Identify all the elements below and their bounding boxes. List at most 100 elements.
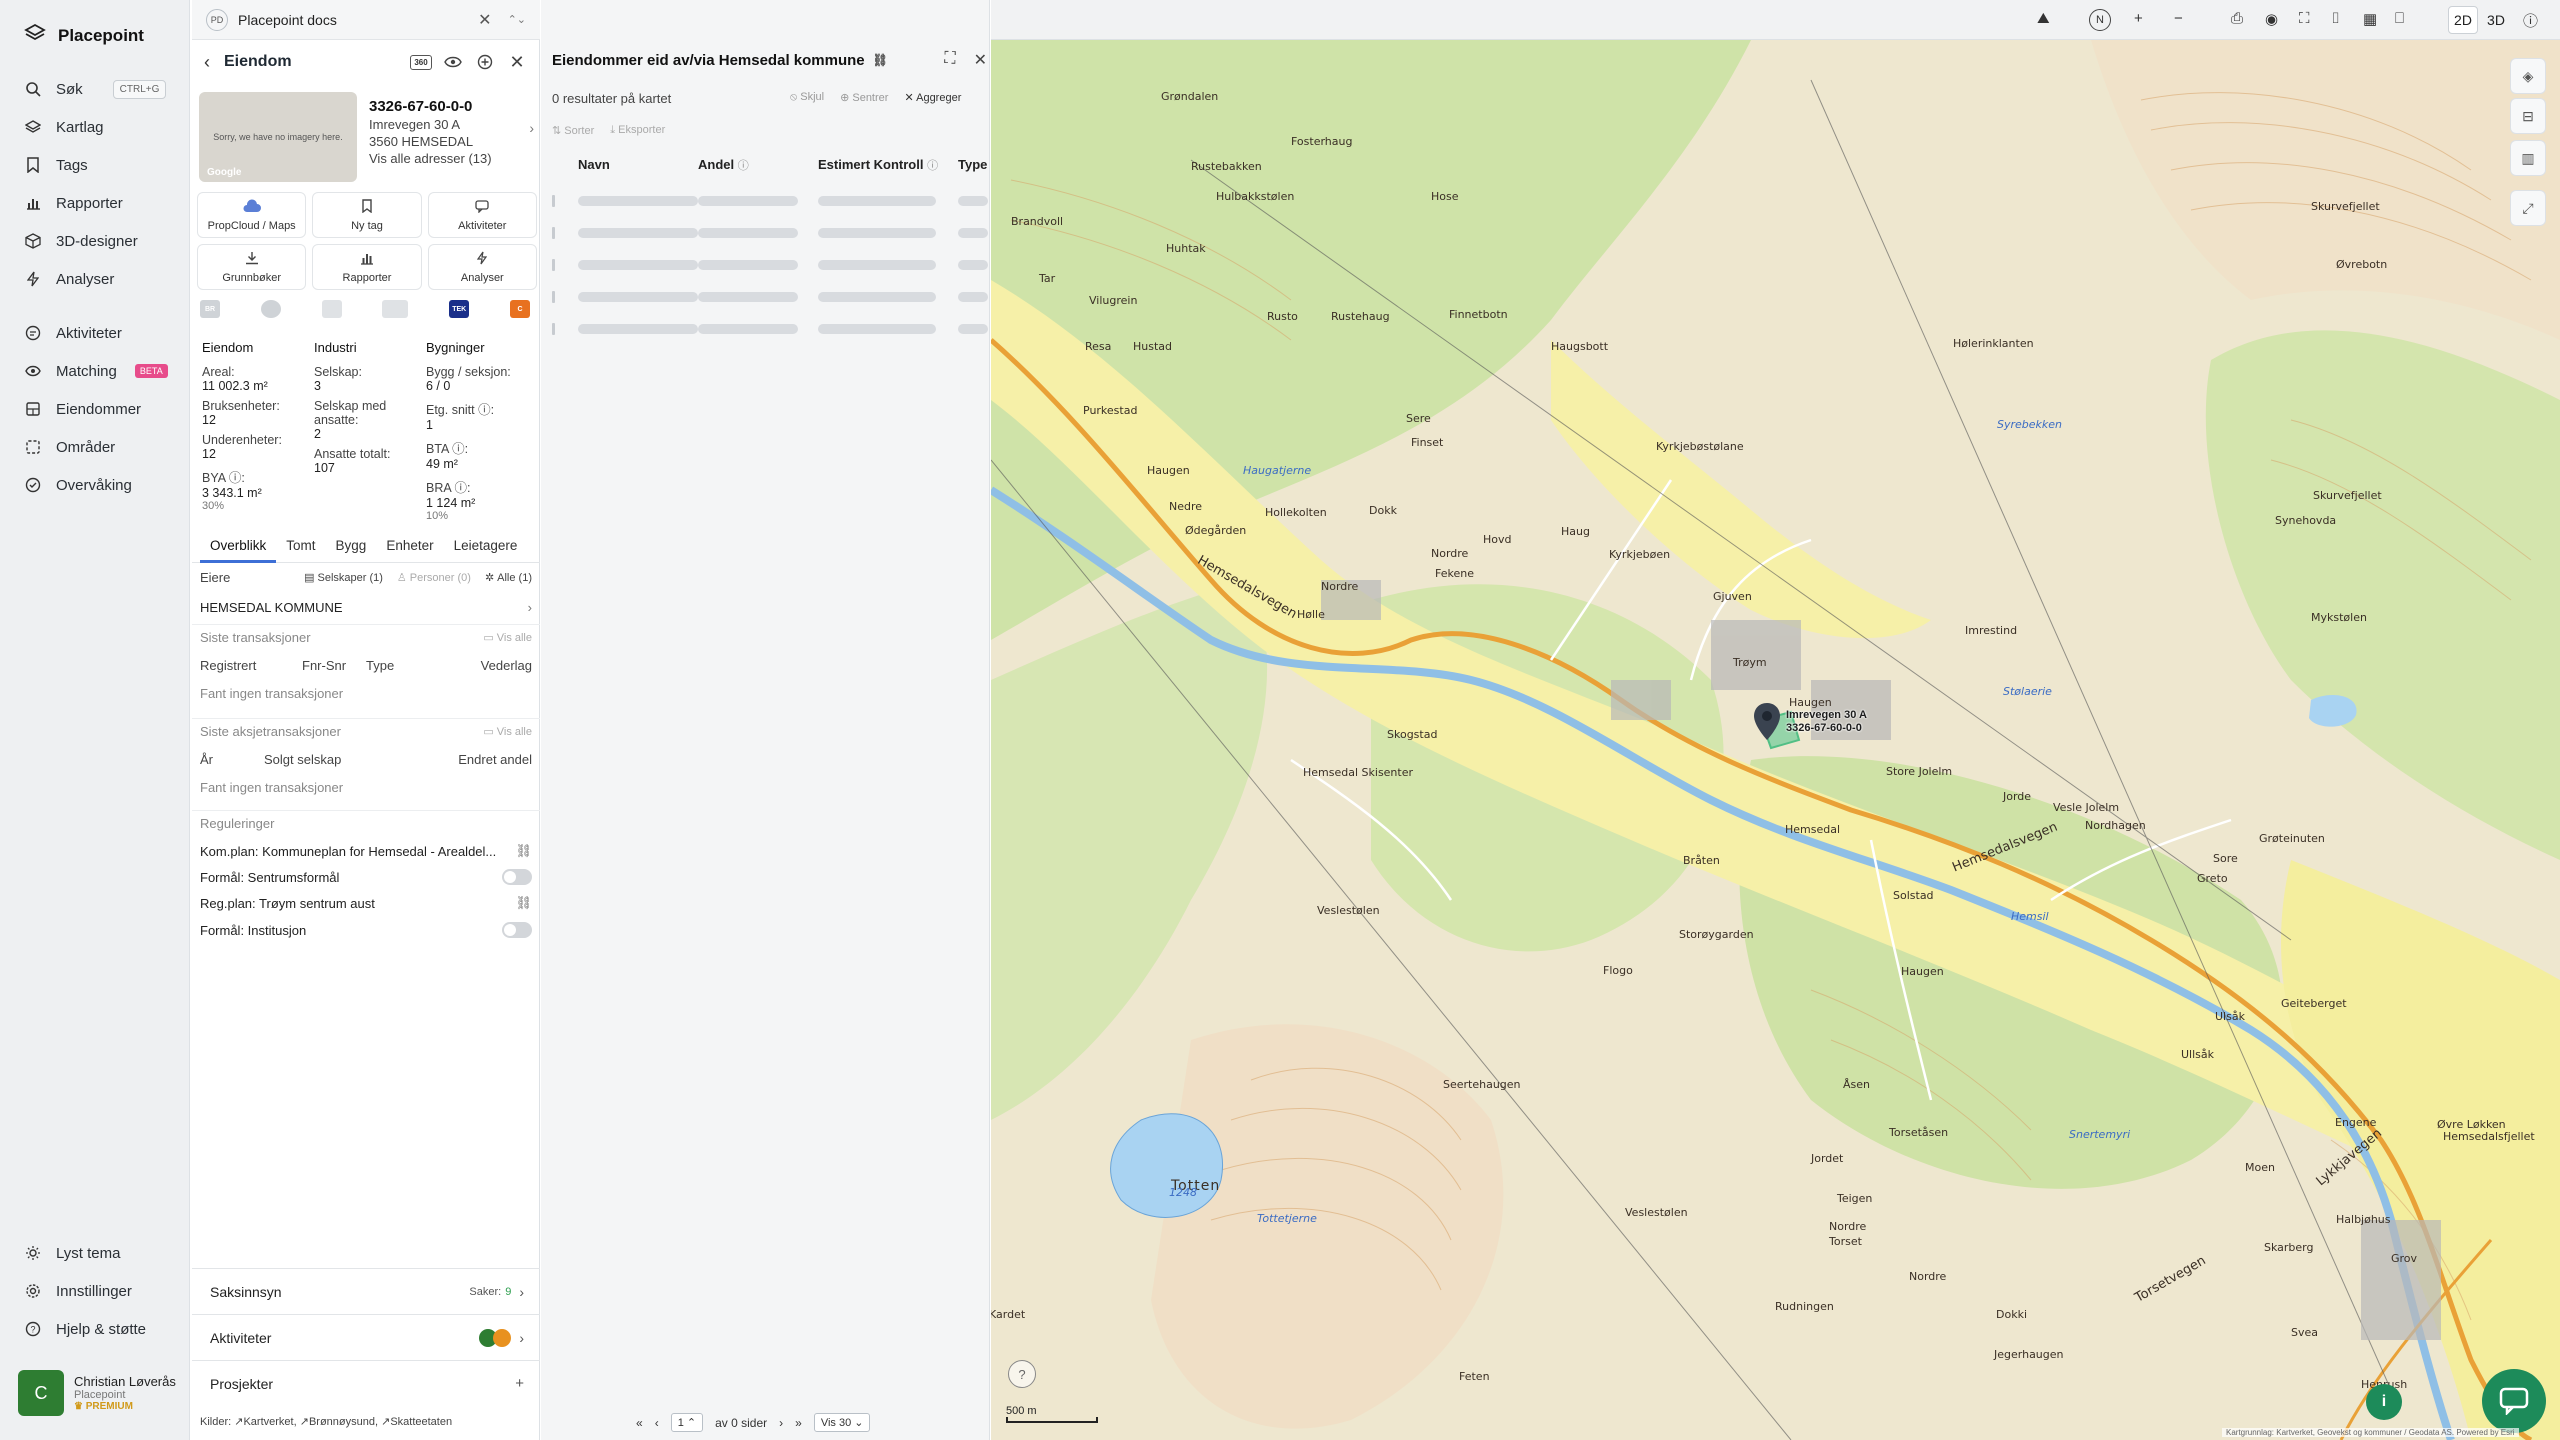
col-type[interactable]: Type — [958, 157, 987, 172]
camera-icon[interactable]: ⌷ — [2331, 10, 2340, 27]
sort-button[interactable]: ⇅ Sorter — [552, 124, 594, 137]
col-estimert-kontroll[interactable]: Estimert Kontroll ⓘ — [818, 157, 938, 173]
prev-page-icon[interactable]: ‹ — [655, 1416, 659, 1430]
accordion-saksinnsyn[interactable]: Saksinnsyn Saker: 9 › — [192, 1268, 540, 1314]
nav-item-kartlag[interactable]: Kartlag — [24, 114, 104, 140]
zoom-in-icon[interactable]: + — [2134, 10, 2143, 27]
col-vederlag[interactable]: Vederlag — [481, 658, 532, 673]
export-button[interactable]: ⤓ Eksporter — [610, 124, 665, 137]
col-endret-andel[interactable]: Endret andel — [458, 752, 532, 767]
new-tag-button[interactable]: Ny tag — [312, 192, 422, 238]
user-profile[interactable]: C Christian Løverås Placepoint ♛ PREMIUM — [18, 1370, 176, 1416]
regulation-item[interactable]: Kom.plan: Kommuneplan for Hemsedal - Are… — [200, 843, 532, 859]
print-icon[interactable]: ⎙ — [2231, 10, 2243, 27]
profile-tool-icon[interactable]: ⤢ — [2510, 190, 2546, 226]
hide-button[interactable]: ⦸ Skjul — [790, 91, 824, 104]
layer-tool-icon[interactable]: ◈ — [2510, 58, 2546, 94]
close-icon[interactable]: ✕ — [478, 10, 491, 30]
center-button[interactable]: ⊕ Sentrer — [840, 91, 888, 104]
regulation-toggle[interactable] — [502, 922, 532, 938]
tab-enheter[interactable]: Enheter — [376, 533, 443, 563]
first-page-icon[interactable]: « — [636, 1416, 643, 1430]
chevron-right-icon[interactable]: › — [529, 120, 534, 136]
fullscreen-icon[interactable]: ⛶ — [2299, 10, 2310, 27]
close-icon[interactable]: ✕ — [506, 51, 528, 73]
zoom-out-icon[interactable]: − — [2174, 10, 2183, 27]
plus-icon[interactable]: + — [515, 1375, 524, 1392]
nav-item-innstillinger[interactable]: Innstillinger — [24, 1278, 132, 1304]
chart-tool-icon[interactable]: ▥ — [2510, 140, 2546, 176]
owner-row[interactable]: HEMSEDAL KOMMUNE › — [200, 596, 532, 618]
aggregate-button[interactable]: ✕ Aggreger — [904, 91, 961, 104]
col-fnr-snr[interactable]: Fnr-Snr — [302, 658, 366, 673]
nav-item-rapporter[interactable]: Rapporter — [24, 190, 123, 216]
nav-item-eiendommer[interactable]: Eiendommer — [24, 396, 141, 422]
all-addresses-link[interactable]: Vis alle adresser (13) — [369, 151, 534, 166]
measure-tool-icon[interactable]: ⊟ — [2510, 98, 2546, 134]
source-link[interactable]: ↗Kartverket, — [234, 1416, 296, 1428]
location-pin-icon[interactable] — [1752, 702, 1782, 745]
last-page-icon[interactable]: » — [795, 1416, 802, 1430]
regulation-toggle[interactable] — [502, 869, 532, 885]
source-hand-icon[interactable] — [321, 300, 342, 318]
chip-persons[interactable]: ♙ Personer (0) — [397, 571, 471, 585]
nav-item-hjelp[interactable]: ? Hjelp & støtte — [24, 1316, 146, 1342]
close-icon[interactable]: ✕ — [974, 50, 987, 70]
show-all-transactions[interactable]: ▭ Vis alle — [483, 631, 532, 645]
grunnboker-button[interactable]: Grunnbøker — [197, 244, 307, 290]
source-buildings-icon[interactable] — [382, 300, 409, 318]
map-info-button[interactable]: i — [2366, 1384, 2402, 1420]
chip-all[interactable]: ✲ Alle (1) — [485, 571, 532, 585]
nav-item-overvaking[interactable]: Overvåking — [24, 472, 132, 498]
mode-2d-button[interactable]: 2D — [2448, 6, 2478, 34]
chat-support-button[interactable] — [2482, 1369, 2546, 1433]
col-type[interactable]: Type — [366, 658, 481, 673]
col-ar[interactable]: År — [200, 752, 264, 767]
accordion-prosjekter[interactable]: Prosjekter + — [192, 1360, 540, 1406]
link-icon[interactable]: ⛓ — [515, 895, 532, 911]
source-tek-icon[interactable]: TEK — [449, 300, 470, 318]
tab-leietagere[interactable]: Leietagere — [444, 533, 528, 563]
chip-companies[interactable]: ▤ Selskaper (1) — [304, 571, 383, 585]
nav-item-lyst-tema[interactable]: Lyst tema — [24, 1240, 120, 1266]
docs-tab-title[interactable]: Placepoint docs — [238, 12, 468, 28]
tab-bygg[interactable]: Bygg — [326, 533, 377, 563]
property-image-placeholder[interactable]: Sorry, we have no imagery here. Google — [199, 92, 357, 182]
tab-tomt[interactable]: Tomt — [276, 533, 325, 563]
source-c-icon[interactable]: C — [509, 300, 530, 318]
compass-icon[interactable]: N — [2089, 9, 2111, 31]
source-link[interactable]: ↗Brønnøysund, — [300, 1416, 378, 1428]
analyses-button[interactable]: Analyser — [427, 244, 537, 290]
col-navn[interactable]: Navn — [578, 157, 610, 172]
show-all-share-tx[interactable]: ▭ Vis alle — [483, 725, 532, 739]
nav-item-aktiviteter[interactable]: Aktiviteter — [24, 320, 122, 346]
page-input[interactable]: 1 ⌃ — [670, 1413, 704, 1432]
add-circle-icon[interactable] — [474, 51, 496, 73]
activities-button[interactable]: Aktiviteter — [427, 192, 537, 238]
map-help-button[interactable]: ? — [1008, 1360, 1036, 1388]
mountain-icon[interactable]: ⛰ — [2037, 10, 2050, 27]
nav-item-tags[interactable]: Tags — [24, 152, 88, 178]
expand-icon[interactable]: ⛶ — [944, 50, 955, 70]
col-solgt-selskap[interactable]: Solgt selskap — [264, 752, 458, 767]
accordion-aktiviteter[interactable]: Aktiviteter › — [192, 1314, 540, 1360]
source-br-icon[interactable]: BR — [200, 300, 220, 318]
bookmark-icon[interactable]: ⎕ — [2395, 10, 2404, 27]
propcloud-button[interactable]: PropCloud / Maps — [197, 192, 307, 238]
mode-3d-button[interactable]: 3D — [2481, 6, 2511, 34]
reports-button[interactable]: Rapporter — [312, 244, 422, 290]
regulation-item[interactable]: Reg.plan: Trøym sentrum aust ⛓ — [200, 895, 532, 911]
link-icon[interactable]: ⛓ — [873, 53, 888, 67]
regulation-item[interactable]: Formål: Sentrumsformål — [200, 869, 532, 885]
brand[interactable]: Placepoint — [24, 22, 144, 49]
nav-item-analyser[interactable]: Analyser — [24, 266, 114, 292]
nav-item-matching[interactable]: Matching BETA — [24, 358, 168, 384]
chevron-updown-icon[interactable]: ⌃⌄ — [508, 13, 526, 26]
nav-item-sok[interactable]: Søk CTRL+G — [24, 76, 167, 102]
info-icon[interactable]: ⓘ — [2523, 10, 2538, 31]
link-icon[interactable]: ⛓ — [515, 843, 532, 859]
street-view-360-icon[interactable]: 360 — [410, 51, 432, 73]
eye-icon[interactable]: ◉ — [2265, 10, 2278, 28]
source-link[interactable]: ↗Skatteetaten — [381, 1416, 452, 1428]
grid-icon[interactable]: ▦ — [2363, 10, 2377, 28]
